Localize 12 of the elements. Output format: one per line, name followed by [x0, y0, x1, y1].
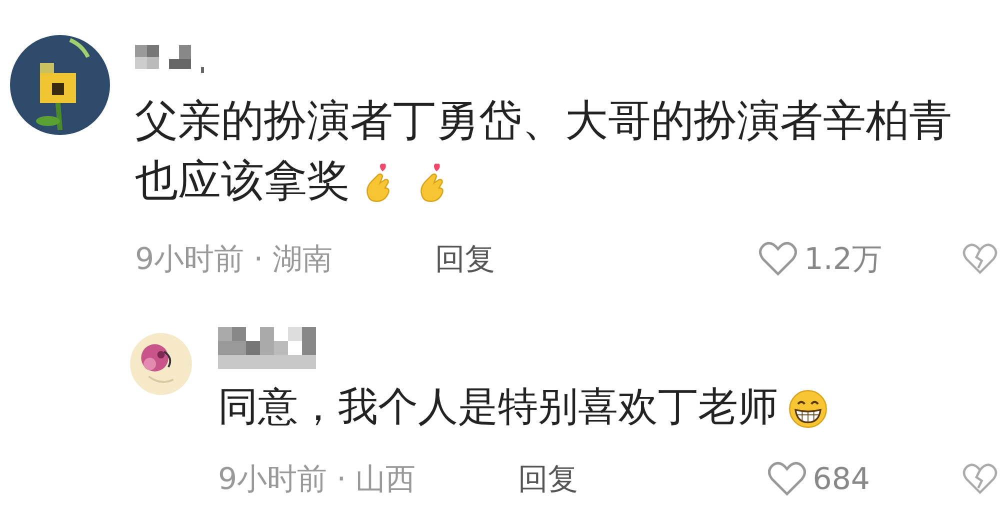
comment-text: 父亲的扮演者丁勇岱、大哥的扮演者辛柏青也应该拿奖	[135, 95, 953, 208]
like-count: 684	[812, 462, 870, 496]
broken-heart-icon	[962, 242, 998, 276]
like-heart-icon	[766, 461, 807, 497]
timestamp-location: 9小时前 · 山西	[218, 460, 417, 498]
timestamp-location: 9小时前 · 湖南	[135, 240, 334, 278]
reply-link[interactable]: 回复	[435, 238, 495, 280]
reply-link[interactable]: 回复	[518, 458, 578, 500]
broken-heart-icon	[962, 462, 998, 496]
like-heart-icon	[758, 241, 798, 277]
comment-text: 同意，我个人是特别喜欢丁老师	[218, 377, 978, 437]
like-count: 1.2万	[804, 240, 882, 278]
